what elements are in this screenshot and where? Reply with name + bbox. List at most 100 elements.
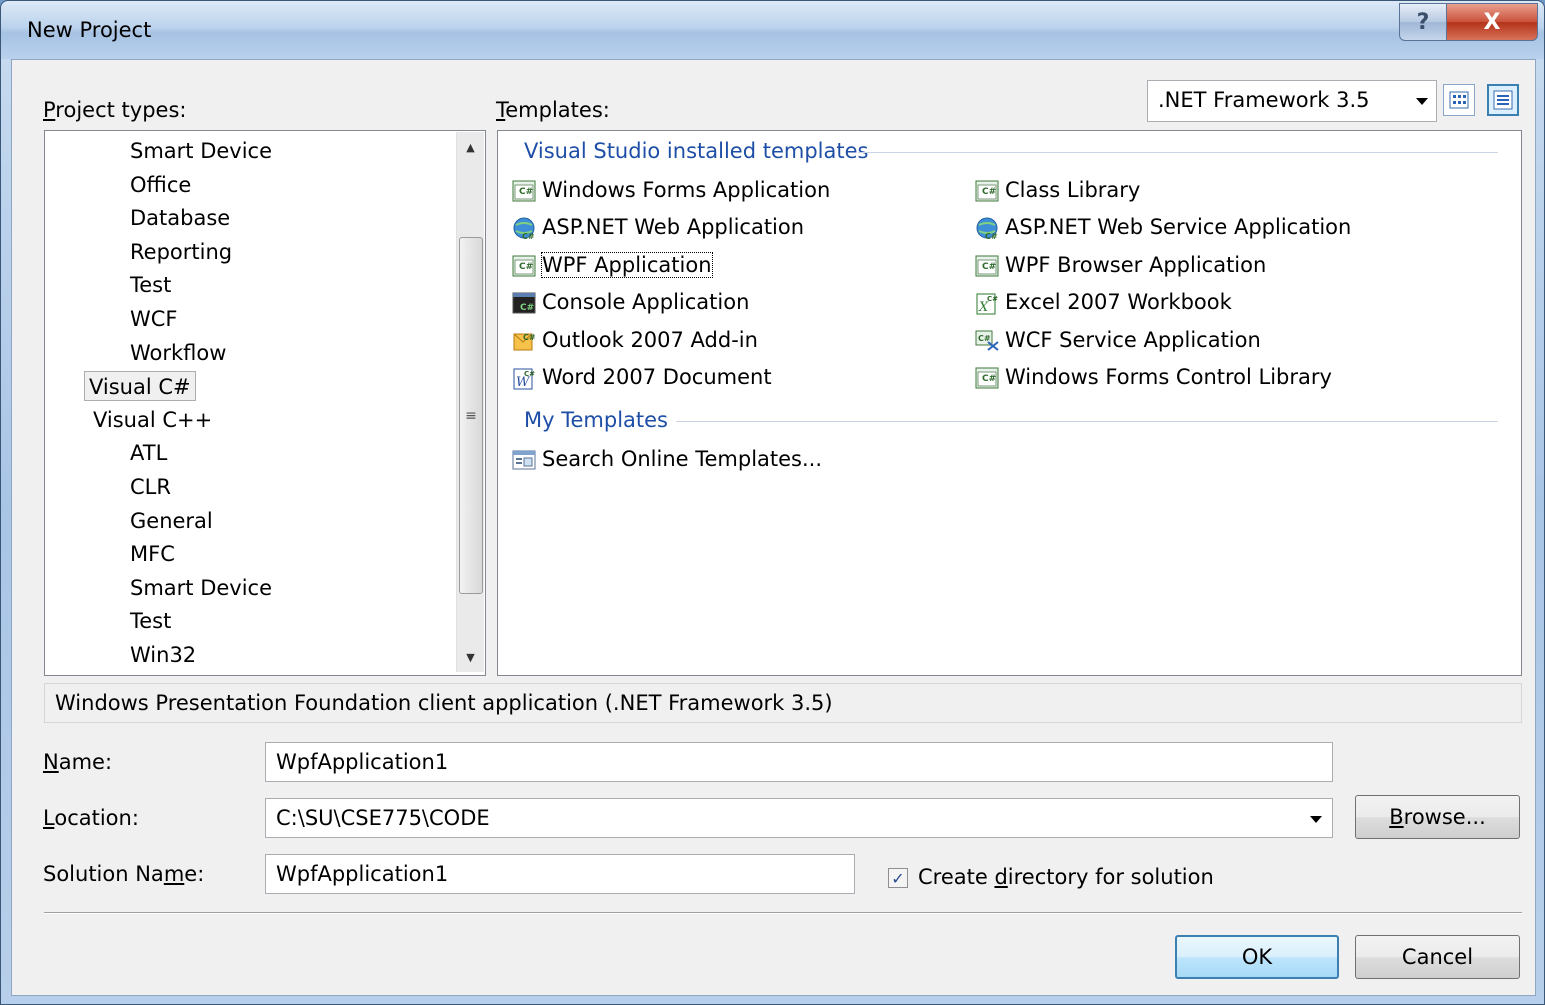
template-label: Word 2007 Document — [542, 365, 772, 389]
tree-item[interactable]: Visual C# — [84, 371, 196, 402]
template-label: ASP.NET Web Application — [542, 215, 805, 240]
svg-text:C#: C# — [978, 334, 991, 343]
scroll-down-icon[interactable]: ▼ — [457, 644, 484, 670]
tree-scrollbar[interactable]: ▲ ≡ ▼ — [456, 132, 484, 672]
word-icon: WC# — [513, 368, 535, 390]
template-item[interactable]: C# WPF Browser Application — [971, 249, 1266, 283]
tree-item[interactable]: CLR — [130, 472, 171, 502]
template-label: WCF Service Application — [1005, 327, 1261, 352]
template-label: ASP.NET Web Service Application — [1005, 215, 1352, 240]
location-label: Location: — [43, 806, 139, 830]
large-icons-icon — [1449, 91, 1469, 109]
class-library-icon: C# — [975, 180, 999, 202]
template-item[interactable]: C# Windows Forms Application — [508, 174, 830, 208]
outlook-icon: C# — [513, 333, 536, 351]
browse-button[interactable]: Browse... — [1355, 795, 1520, 839]
help-icon: ? — [1416, 9, 1430, 35]
templates-label: Templates: — [496, 98, 610, 122]
windows-forms-icon: C# — [512, 180, 536, 202]
tree-item[interactable]: Workflow — [130, 338, 226, 368]
tree-item[interactable]: Smart Device — [130, 573, 272, 603]
window-title: New Project — [27, 18, 152, 42]
tree-item[interactable]: Office — [130, 170, 191, 200]
tree-item[interactable]: WCF — [130, 304, 178, 334]
title-bar[interactable]: New Project ? X — [1, 1, 1544, 59]
svg-text:C#: C# — [982, 262, 996, 272]
template-description: Windows Presentation Foundation client a… — [44, 683, 1522, 723]
checkmark-icon: ✓ — [891, 868, 905, 888]
template-label: Console Application — [542, 290, 750, 315]
tree-item[interactable]: Visual C++ — [93, 405, 212, 435]
template-label: WPF Application — [541, 251, 713, 278]
svg-text:C#: C# — [985, 232, 998, 241]
svg-text:C#: C# — [982, 187, 996, 197]
excel-icon: XC# — [976, 293, 998, 315]
tree-item[interactable]: Test — [130, 270, 171, 300]
svg-text:C#: C# — [987, 295, 998, 303]
tree-item[interactable]: General — [130, 506, 213, 536]
tree-item[interactable]: MFC — [130, 539, 175, 569]
tree-item[interactable]: Database — [130, 203, 230, 233]
tree-item[interactable]: Test — [130, 606, 171, 636]
cancel-button[interactable]: Cancel — [1355, 935, 1520, 979]
name-input[interactable]: WpfApplication1 — [265, 742, 1333, 782]
chevron-down-icon — [1310, 816, 1322, 823]
framework-value: .NET Framework 3.5 — [1158, 88, 1370, 112]
project-types-tree[interactable]: Smart Device Office Database Reporting Test W… — [44, 130, 486, 676]
group-divider — [858, 152, 1498, 153]
svg-text:C#: C# — [523, 333, 536, 342]
template-item[interactable]: X C# Excel 2007 Workbook — [971, 286, 1232, 320]
name-label: Name: — [43, 750, 113, 774]
create-directory-checkbox[interactable]: ✓ — [888, 868, 908, 888]
new-project-dialog: New Project ? X Project types: Templates… — [0, 0, 1545, 1005]
tree-item[interactable]: Smart Device — [130, 136, 272, 166]
template-item[interactable]: C# ASP.NET Web Service Application — [971, 211, 1351, 245]
wpf-browser-icon: C# — [975, 255, 999, 277]
scroll-thumb[interactable]: ≡ — [459, 237, 483, 594]
tree-item[interactable]: Reporting — [130, 237, 232, 267]
template-item[interactable]: C# Outlook 2007 Add-in — [508, 324, 758, 358]
template-item[interactable]: Search Online Templates... — [508, 443, 822, 477]
close-button[interactable]: X — [1446, 3, 1538, 41]
template-item[interactable]: C# WCF Service Application — [971, 324, 1261, 358]
close-icon: X — [1483, 9, 1501, 35]
wpf-icon: C# — [512, 255, 536, 277]
template-label: Excel 2007 Workbook — [1005, 290, 1232, 315]
search-online-icon — [512, 450, 536, 470]
tree-item[interactable]: Win32 — [130, 640, 196, 670]
templates-list[interactable]: Visual Studio installed templates C# Wind… — [497, 130, 1522, 676]
template-label: WPF Browser Application — [1005, 252, 1267, 277]
framework-select[interactable]: .NET Framework 3.5 — [1147, 80, 1437, 122]
installed-templates-header: Visual Studio installed templates — [524, 139, 869, 163]
tree-item[interactable]: ATL — [130, 438, 167, 468]
svg-text:C#: C# — [519, 187, 533, 197]
svg-text:C#: C# — [520, 303, 534, 313]
help-button[interactable]: ? — [1399, 3, 1447, 41]
template-item[interactable]: C# Windows Forms Control Library — [971, 361, 1332, 395]
location-combobox[interactable]: C:\SU\CSE775\CODE — [265, 798, 1333, 838]
web-application-icon: C# — [513, 217, 535, 241]
project-types-label: Project types: — [43, 98, 187, 122]
template-label: Windows Forms Application — [542, 178, 831, 202]
template-item[interactable]: C# ASP.NET Web Application — [508, 211, 804, 245]
template-item[interactable]: C# Console Application — [508, 286, 749, 320]
create-directory-label[interactable]: Create directory for solution — [918, 865, 1214, 889]
svg-text:C#: C# — [524, 370, 535, 378]
small-icons-view-button[interactable] — [1487, 84, 1519, 116]
template-label: Outlook 2007 Add-in — [542, 327, 758, 352]
solution-name-label: Solution Name: — [43, 862, 205, 886]
template-label: Windows Forms Control Library — [1005, 365, 1332, 389]
large-icons-view-button[interactable] — [1443, 84, 1475, 116]
small-icons-icon — [1493, 90, 1513, 110]
chevron-down-icon — [1416, 98, 1428, 105]
console-icon: C# — [512, 292, 536, 314]
location-value: C:\SU\CSE775\CODE — [276, 806, 490, 830]
ok-button[interactable]: OK — [1175, 935, 1339, 979]
template-item[interactable]: W C# Word 2007 Document — [508, 361, 772, 395]
scroll-up-icon[interactable]: ▲ — [457, 134, 484, 160]
solution-name-input[interactable]: WpfApplication1 — [265, 854, 855, 894]
control-library-icon: C# — [975, 367, 999, 389]
svg-text:C#: C# — [982, 374, 996, 384]
template-item[interactable]: C# WPF Application — [508, 249, 713, 283]
template-item[interactable]: C# Class Library — [971, 174, 1140, 208]
